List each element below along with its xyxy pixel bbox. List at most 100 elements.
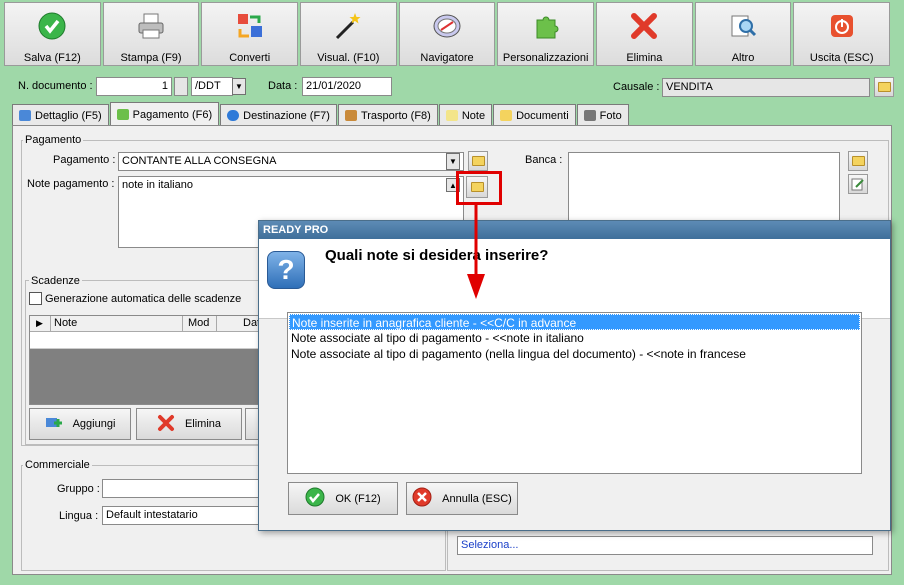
save-button[interactable]: Salva (F12) (4, 2, 101, 66)
print-button[interactable]: Stampa (F9) (102, 2, 200, 66)
red-x-icon (629, 11, 659, 41)
banca-edit-icon[interactable] (848, 174, 868, 194)
exit-button[interactable]: Uscita (ESC) (793, 2, 891, 66)
tab-bar: Dettaglio (F5) Pagamento (F6) Destinazio… (12, 102, 630, 126)
add-scadenza-button[interactable]: Aggiungi (29, 408, 131, 440)
delete-button-label: Elimina (184, 418, 222, 430)
option-tipo-pagamento-lingua[interactable]: Note associate al tipo di pagamento (nel… (289, 346, 860, 362)
tab-pagamento[interactable]: Pagamento (F6) (109, 102, 220, 126)
power-icon (827, 11, 857, 41)
tab-documenti[interactable]: Documenti (493, 104, 576, 126)
cancel-x-icon (412, 487, 432, 510)
banca-folder-icon[interactable] (848, 151, 868, 171)
table-row[interactable] (30, 332, 264, 349)
gruppo-input[interactable] (102, 479, 262, 498)
notes-dialog: READY PRO ? Quali note si desidera inser… (258, 220, 891, 531)
view-button[interactable]: Visual. (F10) (300, 2, 397, 66)
add-icon (45, 415, 63, 434)
doc-number-input[interactable]: 1 (96, 77, 172, 96)
col-mod-header[interactable]: Mod (182, 316, 216, 332)
highlight-box (456, 171, 502, 205)
tab-label: Dettaglio (F5) (35, 109, 102, 122)
annotation-arrow (467, 204, 485, 299)
doc-number-label: N. documento : (18, 80, 93, 92)
pagamento-label: Pagamento : (53, 154, 116, 166)
customizations-label: Personalizzazioni (502, 52, 589, 64)
money-icon (116, 109, 129, 120)
notes-options-list[interactable]: Note inserite in anagrafica cliente - <<… (287, 312, 862, 474)
auto-scadenze-checkbox[interactable] (29, 292, 42, 305)
doc-number-spin[interactable] (174, 77, 188, 96)
delete-button[interactable]: Elimina (596, 2, 693, 66)
customizations-button[interactable]: Personalizzazioni (497, 2, 595, 66)
tab-dettaglio[interactable]: Dettaglio (F5) (12, 104, 109, 126)
tab-label: Foto (599, 109, 622, 122)
tab-trasporto[interactable]: Trasporto (F8) (337, 104, 438, 126)
causale-input[interactable]: VENDITA (662, 78, 870, 97)
convert-button[interactable]: Converti (201, 2, 299, 66)
navigator-label: Navigatore (420, 52, 474, 64)
more-label: Altro (731, 52, 755, 64)
red-x-icon (157, 414, 175, 435)
check-circle-icon (305, 487, 325, 510)
note-pagamento-label: Note pagamento : (27, 178, 115, 190)
pagamento-select[interactable]: CONTANTE ALLA CONSEGNA (118, 152, 464, 171)
scadenze-table: ▶ Note Mod Dat (29, 315, 265, 405)
tab-label: Note (461, 109, 486, 122)
date-label: Data : (268, 80, 298, 92)
magic-wand-icon (333, 11, 363, 41)
commerciale-group-title: Commerciale (23, 459, 92, 471)
seleziona-field[interactable]: Seleziona... (457, 536, 873, 555)
lingua-label: Lingua : (59, 510, 99, 522)
gruppo-label: Gruppo : (57, 483, 100, 495)
cancel-button-label: Annulla (ESC) (442, 492, 512, 505)
tab-label: Destinazione (F7) (243, 109, 330, 122)
causale-label: Causale : (613, 81, 660, 93)
banca-textarea[interactable] (568, 152, 840, 224)
cancel-button[interactable]: Annulla (ESC) (406, 482, 518, 515)
grid-icon (19, 110, 31, 121)
view-label: Visual. (F10) (317, 52, 380, 64)
note-icon (445, 110, 458, 121)
save-label: Salva (F12) (23, 52, 81, 64)
tab-note[interactable]: Note (438, 104, 493, 126)
main-toolbar: Salva (F12) Stampa (F9) Converti Visual.… (4, 2, 891, 66)
doc-type-dropdown-arrow[interactable]: ▼ (232, 78, 246, 95)
folder-icon (500, 110, 513, 121)
ok-button-label: OK (F12) (335, 492, 381, 505)
compass-icon (432, 11, 462, 41)
dialog-title: READY PRO (259, 221, 890, 239)
ok-button[interactable]: OK (F12) (288, 482, 398, 515)
tab-label: Documenti (516, 109, 569, 122)
auto-scadenze-label: Generazione automatica delle scadenze (45, 293, 242, 305)
search-doc-icon (728, 11, 758, 41)
add-button-label: Aggiungi (72, 418, 116, 430)
tab-foto[interactable]: Foto (576, 104, 629, 126)
option-tipo-pagamento[interactable]: Note associate al tipo di pagamento - <<… (289, 330, 860, 346)
print-label: Stampa (F9) (120, 52, 182, 64)
more-button[interactable]: Altro (694, 2, 792, 66)
tab-label: Pagamento (F6) (132, 108, 213, 121)
option-anagrafica[interactable]: Note inserite in anagrafica cliente - <<… (289, 314, 860, 330)
question-icon: ? (267, 251, 305, 289)
pagamento-dropdown-arrow[interactable]: ▼ (446, 153, 460, 170)
tab-label: Trasporto (F8) (360, 109, 431, 122)
navigator-button[interactable]: Navigatore (398, 2, 496, 66)
printer-icon (136, 11, 166, 41)
convert-label: Converti (229, 52, 271, 64)
date-input[interactable]: 21/01/2020 (302, 77, 392, 96)
delete-label: Elimina (626, 52, 663, 64)
exit-label: Uscita (ESC) (809, 52, 874, 64)
tab-destinazione[interactable]: Destinazione (F7) (220, 104, 337, 126)
check-circle-icon (37, 11, 67, 41)
pagamento-group-title: Pagamento (23, 134, 84, 146)
dialog-question: Quali note si desidera inserire? (325, 247, 549, 264)
row-indicator-icon: ▶ (36, 318, 43, 328)
delete-scadenza-button[interactable]: Elimina (136, 408, 242, 440)
col-note-header[interactable]: Note (50, 316, 182, 332)
causale-folder-icon[interactable] (874, 77, 894, 97)
doc-type-select[interactable]: /DDT (191, 77, 233, 96)
banca-label: Banca : (525, 154, 563, 166)
lingua-select[interactable]: Default intestatario (102, 506, 262, 525)
pagamento-folder-icon[interactable] (468, 151, 488, 171)
